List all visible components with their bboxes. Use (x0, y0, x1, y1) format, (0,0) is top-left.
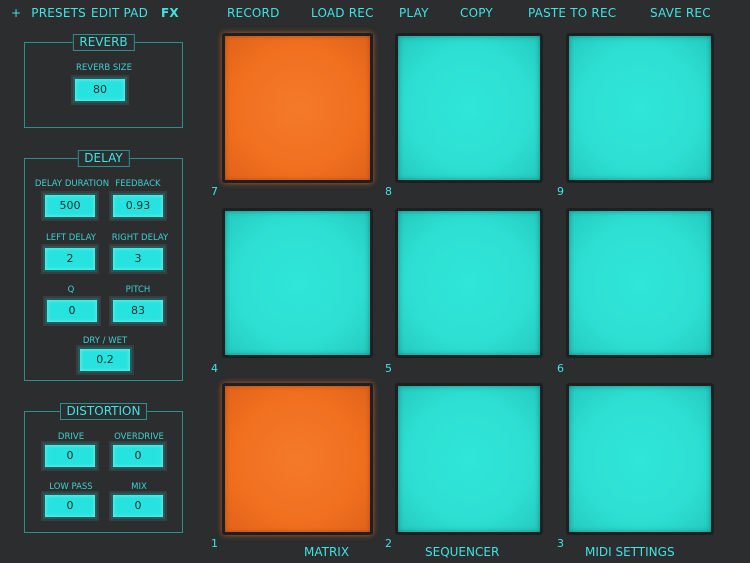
pad-9[interactable] (566, 33, 714, 183)
pad-number-2: 2 (385, 537, 392, 550)
presets-label: PRESETS (31, 6, 86, 20)
right-delay-field[interactable]: 3 (111, 246, 165, 272)
pad-number-5: 5 (385, 362, 392, 375)
delay-duration-label: DELAY DURATION (34, 179, 110, 189)
pad-number-9: 9 (557, 185, 564, 198)
reverb-title: REVERB (72, 34, 135, 51)
pad-number-8: 8 (385, 185, 392, 198)
pad-1[interactable] (222, 383, 373, 535)
reverb-panel: REVERB REVERB SIZE 80 (24, 34, 183, 128)
mix-field[interactable]: 0 (111, 493, 165, 519)
pad-5[interactable] (395, 208, 543, 358)
pad-number-6: 6 (557, 362, 564, 375)
pad-8[interactable] (395, 33, 543, 183)
drive-label: DRIVE (57, 432, 85, 442)
copy-button[interactable]: COPY (460, 6, 493, 20)
play-button[interactable]: PLAY (399, 6, 429, 20)
save-rec-button[interactable]: SAVE REC (650, 6, 711, 20)
edit-pad-button[interactable]: EDIT PAD (91, 6, 148, 20)
fx-tab[interactable]: FX (161, 6, 179, 20)
distortion-panel: DISTORTION DRIVE 0 OVERDRIVE 0 LOW PASS … (24, 403, 183, 533)
sequencer-tab[interactable]: SEQUENCER (425, 545, 499, 559)
q-label: Q (67, 285, 75, 295)
low-pass-label: LOW PASS (49, 482, 93, 492)
pitch-field[interactable]: 83 (111, 298, 165, 324)
left-delay-label: LEFT DELAY (46, 233, 96, 243)
delay-title: DELAY (77, 150, 130, 167)
overdrive-label: OVERDRIVE (114, 432, 164, 442)
dry-wet-field[interactable]: 0.2 (78, 347, 132, 373)
reverb-size-label: REVERB SIZE (76, 63, 132, 73)
distortion-title: DISTORTION (59, 403, 148, 420)
delay-duration-field[interactable]: 500 (43, 193, 97, 219)
delay-panel: DELAY DELAY DURATION 500 FEEDBACK 0.93 L… (24, 150, 183, 381)
overdrive-field[interactable]: 0 (111, 443, 165, 469)
plus-icon: + (11, 6, 22, 20)
dry-wet-label: DRY / WET (82, 336, 128, 346)
right-delay-label: RIGHT DELAY (111, 233, 169, 243)
record-button[interactable]: RECORD (227, 6, 280, 20)
left-delay-field[interactable]: 2 (43, 246, 97, 272)
load-rec-button[interactable]: LOAD REC (311, 6, 374, 20)
feedback-label: FEEDBACK (115, 179, 161, 189)
drive-field[interactable]: 0 (43, 443, 97, 469)
presets-button[interactable]: + PRESETS (11, 6, 86, 20)
q-field[interactable]: 0 (45, 298, 99, 324)
midi-settings-tab[interactable]: MIDI SETTINGS (585, 545, 675, 559)
reverb-size-field[interactable]: 80 (73, 77, 127, 103)
paste-to-rec-button[interactable]: PASTE TO REC (528, 6, 616, 20)
pad-number-1: 1 (211, 537, 218, 550)
pad-7[interactable] (222, 33, 373, 183)
pad-6[interactable] (566, 208, 714, 358)
low-pass-field[interactable]: 0 (43, 493, 97, 519)
pad-4[interactable] (222, 208, 373, 358)
pad-3[interactable] (566, 383, 714, 535)
pad-number-7: 7 (211, 185, 218, 198)
pad-2[interactable] (395, 383, 543, 535)
feedback-field[interactable]: 0.93 (111, 193, 165, 219)
pad-number-3: 3 (557, 537, 564, 550)
matrix-tab[interactable]: MATRIX (304, 545, 349, 559)
pitch-label: PITCH (125, 285, 151, 295)
pad-number-4: 4 (211, 362, 218, 375)
mix-label: MIX (131, 482, 147, 492)
